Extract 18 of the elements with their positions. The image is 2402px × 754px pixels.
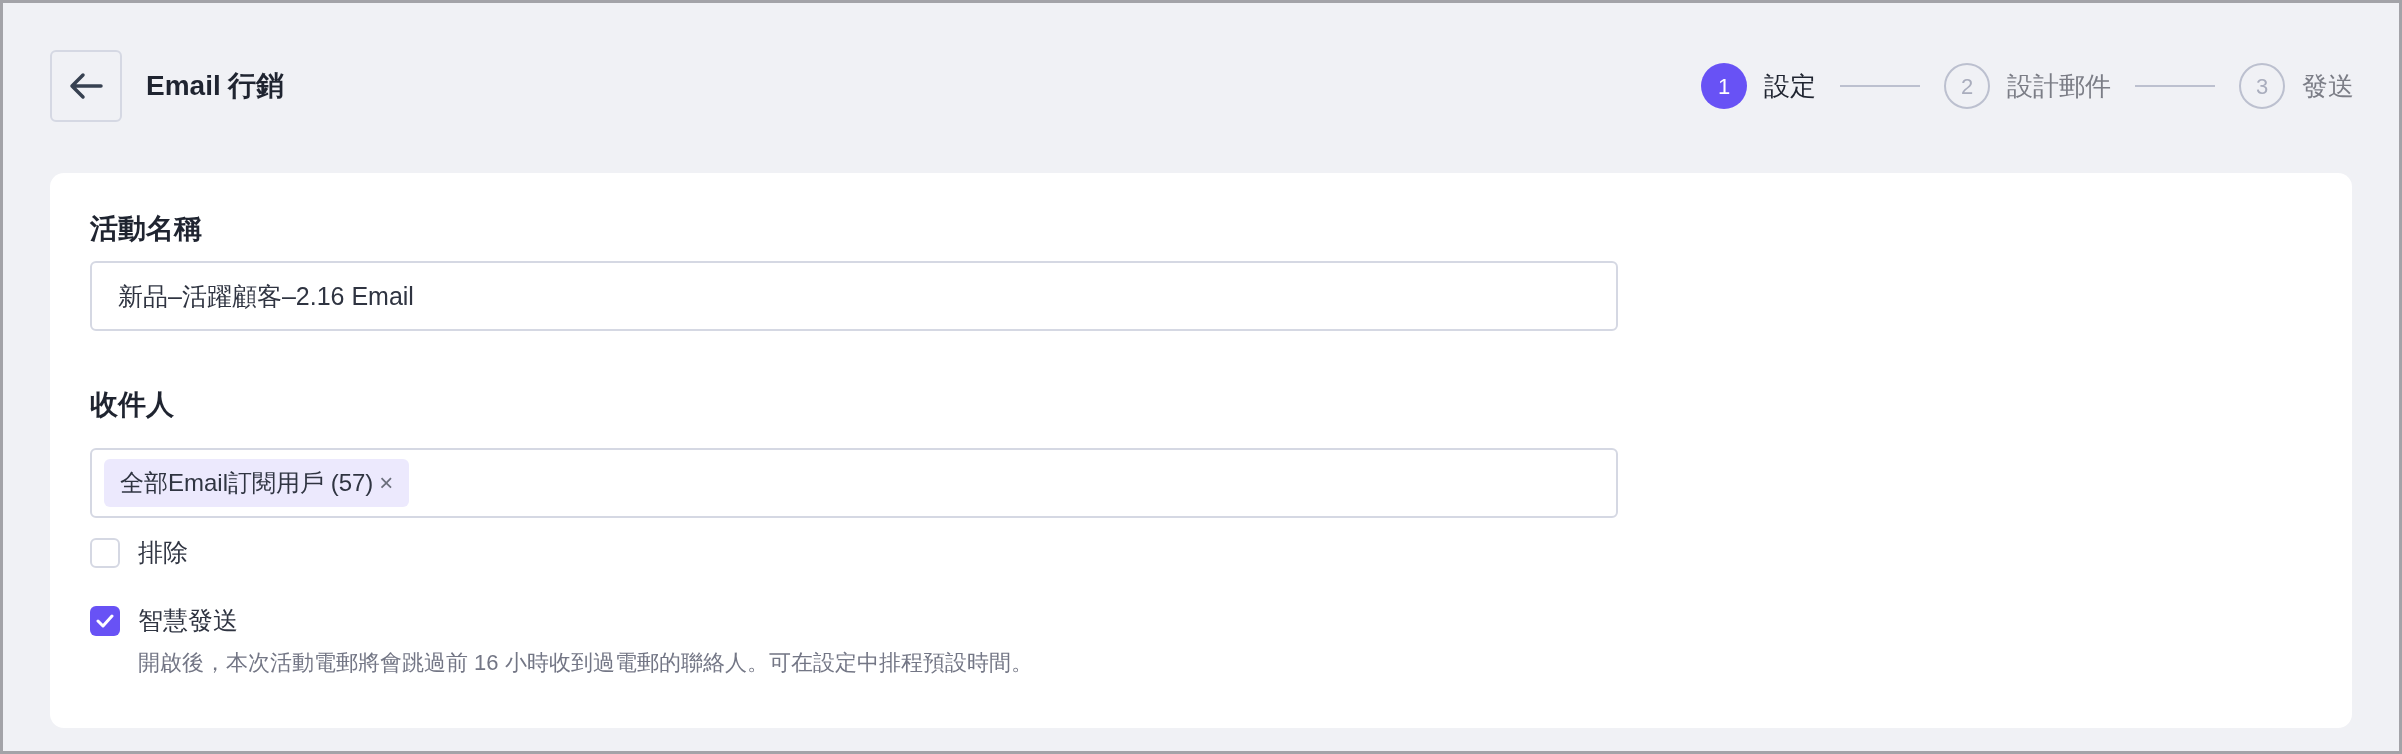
field-label: 收件人 bbox=[90, 388, 175, 422]
checkbox[interactable] bbox=[90, 538, 120, 568]
remove-tag-button[interactable]: × bbox=[379, 465, 394, 501]
recipient-tag: 全部Email訂閱用戶 (57) × bbox=[104, 459, 410, 507]
checkbox-label: 智慧發送 bbox=[138, 605, 238, 637]
checkmark-icon bbox=[96, 614, 114, 628]
field-label: 活動名稱 bbox=[90, 212, 203, 246]
step-tab[interactable]: 1 設定 bbox=[1701, 63, 1816, 109]
back-button[interactable] bbox=[50, 50, 122, 122]
recipients-field[interactable]: 全部Email訂閱用戶 (57) × bbox=[90, 448, 1618, 518]
back-arrow-icon bbox=[69, 72, 103, 100]
checkbox[interactable] bbox=[90, 606, 120, 636]
input-field[interactable]: 新品–活躍顧客–2.16 Email bbox=[90, 261, 1618, 331]
page-title: Email 行銷 bbox=[146, 69, 285, 103]
checkbox-label: 排除 bbox=[138, 537, 188, 569]
option-description: 開啟後，本次活動電郵將會跳過前 16 小時收到過電郵的聯絡人。可在設定中排程預設時間。 bbox=[138, 649, 1034, 677]
step-tab[interactable]: 3 發送 bbox=[2239, 63, 2354, 109]
step-tab[interactable]: 2 設計郵件 bbox=[1944, 63, 2111, 109]
